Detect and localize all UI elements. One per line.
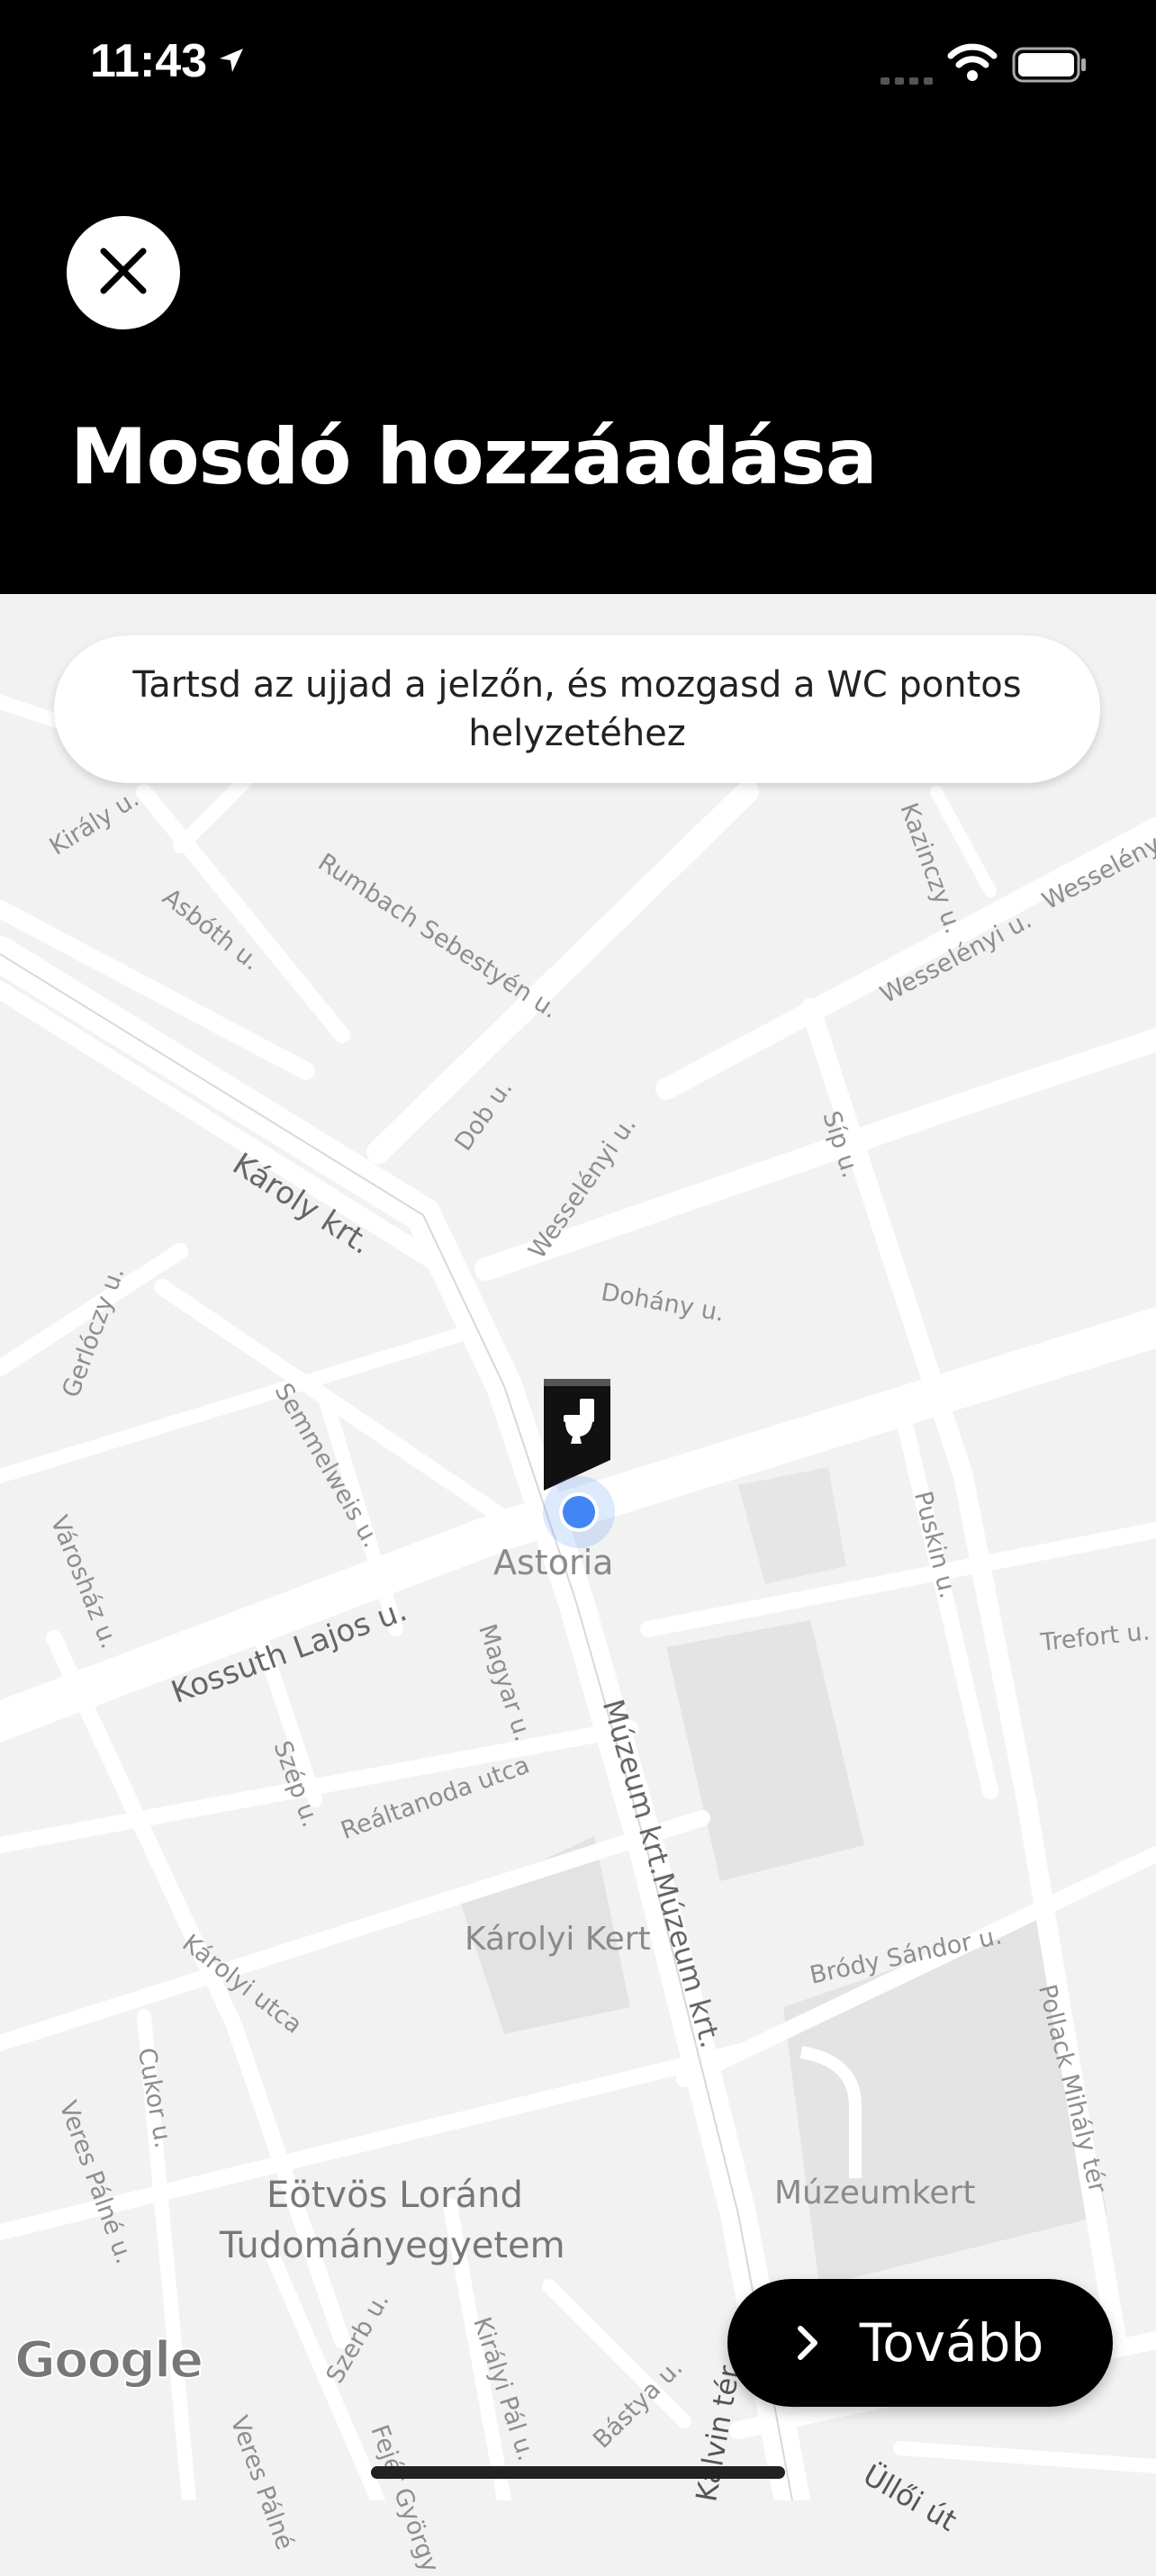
battery-icon [1012, 47, 1088, 86]
place-label-elte-line2: Tudományegyetem [220, 2225, 565, 2266]
place-label-elte-line1: Eötvös Loránd [266, 2175, 523, 2216]
place-label-muzeumkert: Múzeumkert [774, 2175, 976, 2211]
page-title: Mosdó hozzáadása [70, 412, 878, 502]
current-location-dot [541, 1474, 617, 1554]
chevron-right-icon [797, 2325, 818, 2361]
status-time: 11:43 [90, 35, 208, 87]
close-icon [98, 246, 149, 300]
home-indicator[interactable] [371, 2466, 785, 2479]
google-attribution-logo: Google [14, 2330, 204, 2391]
cellular-signal-icon [881, 72, 935, 89]
close-button[interactable] [67, 216, 180, 329]
place-label-karolyi-kert: Károlyi Kert [465, 1921, 651, 1958]
wifi-icon [947, 43, 998, 86]
next-button-label: Tovább [859, 2312, 1044, 2373]
location-arrow-icon [218, 47, 245, 77]
next-button[interactable]: Tovább [727, 2279, 1113, 2407]
hint-banner: Tartsd az ujjad a jelzőn, és mozgasd a W… [54, 635, 1100, 783]
header: 11:43 Mosdó hozzáadása [0, 0, 1156, 594]
